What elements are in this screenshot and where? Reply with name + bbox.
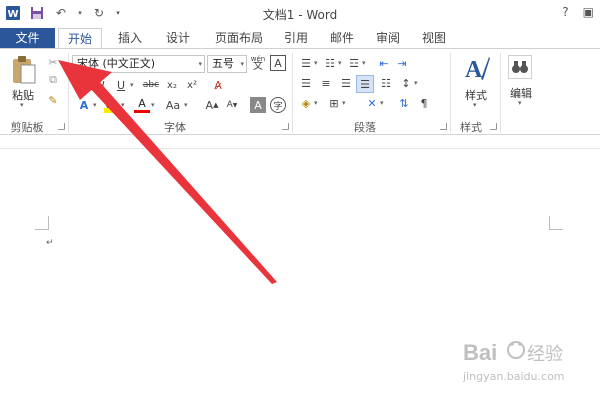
text-effects-dropdown-icon[interactable]: ▾ [93,101,97,109]
multilevel-list-icon[interactable]: ☲ [346,55,362,71]
tab-home[interactable]: 开始 [58,28,102,49]
tab-design[interactable]: 设计 [158,28,198,49]
subscript-icon[interactable]: x₂ [164,77,180,93]
svg-text:A: A [465,57,483,83]
styles-launcher-icon[interactable] [490,123,497,130]
multilevel-dropdown-icon[interactable]: ▾ [362,59,366,67]
sort-icon[interactable]: ⇅ [396,95,412,111]
character-shading-icon[interactable]: A [250,97,266,113]
styles-gallery-icon[interactable]: A [462,53,492,83]
font-launcher-icon[interactable] [282,123,289,130]
numbering-icon[interactable]: ☷ [322,55,338,71]
tab-page-layout[interactable]: 页面布局 [206,28,272,49]
grow-font-icon[interactable]: A ▲ [204,97,220,113]
superscript-icon[interactable]: x² [184,77,200,93]
find-binoculars-icon[interactable] [508,55,532,79]
watermark-brand: Bai [463,340,497,365]
tab-references[interactable]: 引用 [278,28,314,49]
font-size-box[interactable]: 五号 ▾ [207,55,247,73]
justify-icon[interactable]: ☰ [356,75,374,93]
line-spacing-icon[interactable]: ↕ [398,75,414,91]
editing-dropdown-icon[interactable]: ▾ [518,99,522,107]
strikethrough-icon[interactable]: abc [140,77,162,93]
margin-corner-top-right [549,216,563,230]
group-divider [450,53,451,133]
tab-view[interactable]: 视图 [416,28,452,49]
font-group-label: 字体 [164,121,186,134]
text-highlight-icon[interactable]: ab [104,97,120,113]
watermark-url: jingyan.baidu.com [463,370,565,383]
increase-indent-icon[interactable]: ⇥ [394,55,410,71]
show-formatting-marks-icon[interactable]: ¶ [416,95,432,111]
group-divider [68,53,69,133]
paragraph-launcher-icon[interactable] [440,123,447,130]
title-bar: W ↶ ▾ ↻ ▾ 文档1 - Word ? ▣ [0,0,600,28]
margin-corner-top-left [35,216,49,230]
phonetic-guide-icon[interactable]: wén 文 [250,53,266,73]
chevron-down-icon: ▾ [198,60,202,68]
align-center-icon[interactable]: ≡ [318,75,334,91]
paragraph-group-label: 段落 [354,121,376,134]
line-spacing-dropdown-icon[interactable]: ▾ [414,79,418,87]
word-window: W ↶ ▾ ↻ ▾ 文档1 - Word ? ▣ 文件 开始 插入 设计 页面布… [0,0,600,400]
tab-insert[interactable]: 插入 [110,28,150,49]
paragraph-mark-icon: ↵ [46,238,54,248]
window-controls: ? ▣ [562,5,594,19]
watermark: Bai 经验 jingyan.baidu.com [462,330,583,385]
ribbon-display-options-icon[interactable]: ▣ [583,5,594,19]
asian-layout-icon[interactable]: ✕ [364,95,380,111]
distributed-icon[interactable]: ☷ [378,75,394,91]
font-name-box[interactable]: 宋体 (中文正文) ▾ [72,55,205,73]
font-color-icon[interactable]: A [134,97,150,113]
change-case-dropdown-icon[interactable]: ▾ [184,101,188,109]
underline-icon[interactable]: U [114,77,128,93]
watermark-brand-2: 经验 [527,344,563,365]
tab-review[interactable]: 审阅 [370,28,406,49]
paste-icon[interactable] [8,53,40,87]
font-size-value: 五号 [212,57,234,70]
bullets-dropdown-icon[interactable]: ▾ [314,59,318,67]
shading-icon[interactable]: ◈ [298,95,314,111]
numbering-dropdown-icon[interactable]: ▾ [338,59,342,67]
clipboard-group-label: 剪贴板 [10,121,44,134]
styles-dropdown-icon[interactable]: ▾ [473,101,477,109]
borders-dropdown-icon[interactable]: ▾ [342,99,346,107]
text-effects-icon[interactable]: A [76,97,92,113]
cut-icon[interactable]: ✂ [46,55,60,69]
align-left-icon[interactable]: ☰ [298,75,314,91]
copy-icon[interactable]: ⧉ [46,73,60,87]
italic-icon[interactable]: I [96,77,110,93]
ribbon-tabs: 文件 开始 插入 设计 页面布局 引用 邮件 审阅 视图 [0,28,600,49]
shrink-font-icon[interactable]: A ▼ [224,97,240,113]
font-name-value: 宋体 (中文正文) [77,57,156,70]
tab-file[interactable]: 文件 [0,28,55,49]
chevron-down-icon: ▾ [240,60,244,68]
styles-group-label: 样式 [460,121,482,134]
tab-mailings[interactable]: 邮件 [324,28,360,49]
help-button[interactable]: ? [562,5,568,19]
shading-dropdown-icon[interactable]: ▾ [314,99,318,107]
bold-icon[interactable]: B [76,77,90,93]
character-border-icon[interactable]: A [270,55,286,71]
bullets-icon[interactable]: ☰ [298,55,314,71]
asian-layout-dropdown-icon[interactable]: ▾ [380,99,384,107]
clear-formatting-icon[interactable]: A̷ [210,77,226,93]
paste-dropdown-icon[interactable]: ▾ [20,101,24,109]
format-painter-icon[interactable]: ✎ [46,93,60,107]
align-right-icon[interactable]: ☰ [338,75,354,91]
window-title: 文档1 - Word [262,8,338,22]
borders-icon[interactable]: ⊞ [326,95,342,111]
group-divider [292,53,293,133]
ruler-strip [0,135,600,149]
underline-dropdown-icon[interactable]: ▾ [130,81,134,89]
clipboard-launcher-icon[interactable] [58,123,65,130]
change-case-icon[interactable]: Aa [162,97,184,113]
enclose-characters-icon[interactable]: 字 [270,97,286,113]
group-divider [500,53,501,133]
decrease-indent-icon[interactable]: ⇤ [376,55,392,71]
ribbon: 粘贴 ▾ ✂ ⧉ ✎ 剪贴板 宋体 (中文正文) ▾ 五号 ▾ wén 文 A B I… [0,48,600,135]
highlight-dropdown-icon[interactable]: ▾ [121,101,125,109]
font-color-dropdown-icon[interactable]: ▾ [151,101,155,109]
